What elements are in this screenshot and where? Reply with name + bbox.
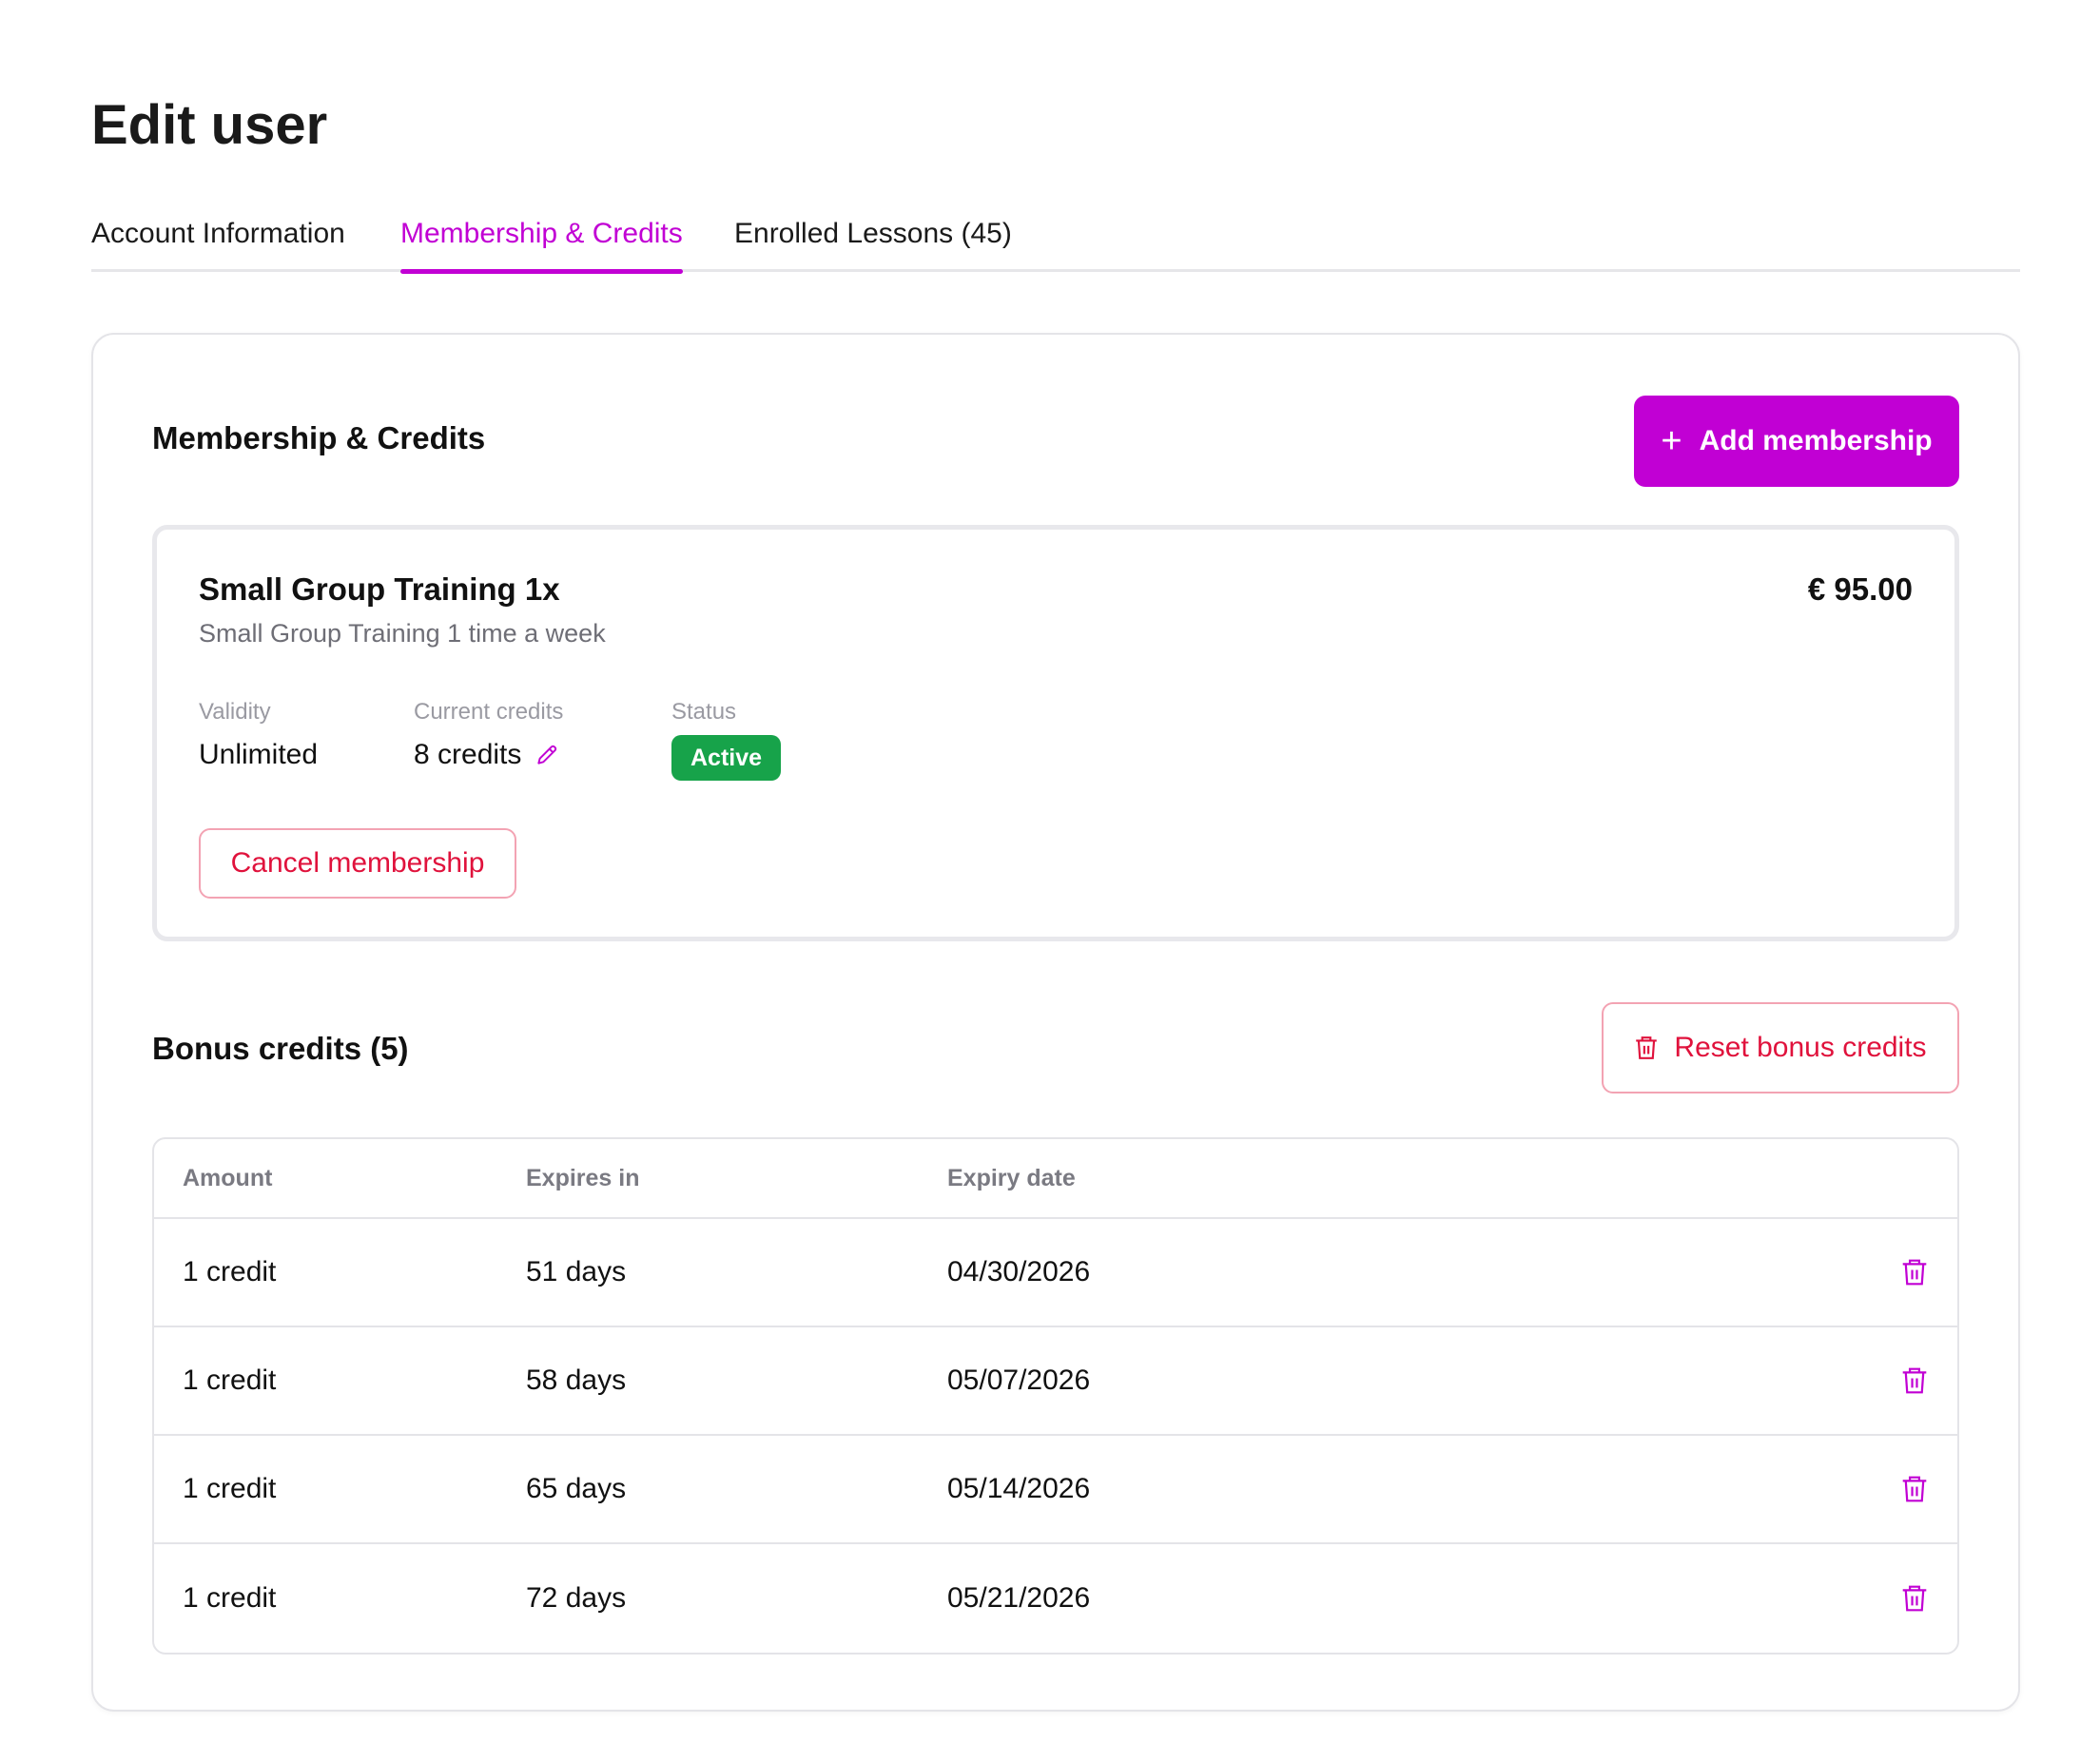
expiry-date-cell: 05/07/2026 (947, 1365, 1091, 1396)
membership-description: Small Group Training 1 time a week (199, 619, 606, 648)
amount-cell: 1 credit (183, 1365, 277, 1396)
tab-account-information[interactable]: Account Information (91, 205, 345, 272)
delete-row-button[interactable] (1900, 1219, 1929, 1326)
validity-label: Validity (199, 699, 271, 725)
status-badge: Active (671, 735, 782, 781)
expiry-date-cell: 04/30/2026 (947, 1256, 1091, 1287)
delete-row-button[interactable] (1900, 1436, 1929, 1542)
tab-bar: Account Information Membership & Credits… (91, 205, 2020, 274)
amount-cell: 1 credit (183, 1256, 277, 1287)
table-row: 1 credit 65 days 05/14/2026 (154, 1436, 1957, 1544)
current-credits-text: 8 credits (414, 739, 522, 770)
table-row: 1 credit 51 days 04/30/2026 (154, 1219, 1957, 1327)
tab-membership-credits[interactable]: Membership & Credits (400, 205, 683, 274)
column-expiry-date: Expiry date (947, 1164, 1076, 1191)
expires-in-cell: 65 days (526, 1473, 627, 1504)
column-expires-in: Expires in (526, 1164, 640, 1191)
reset-bonus-credits-button[interactable]: Reset bonus credits (1602, 1002, 1959, 1094)
delete-row-button[interactable] (1900, 1544, 1929, 1653)
trash-icon (1900, 1583, 1929, 1614)
expiry-date-cell: 05/14/2026 (947, 1473, 1091, 1504)
expires-in-cell: 51 days (526, 1256, 627, 1287)
trash-icon (1900, 1257, 1929, 1287)
edit-credits-pencil-icon[interactable] (535, 743, 559, 767)
table-row: 1 credit 58 days 05/07/2026 (154, 1327, 1957, 1436)
add-membership-label: Add membership (1699, 425, 1933, 456)
expires-in-cell: 58 days (526, 1365, 627, 1396)
trash-icon (1634, 1035, 1659, 1061)
table-header: Amount Expires in Expiry date (154, 1139, 1957, 1219)
membership-name: Small Group Training 1x (199, 571, 560, 607)
trash-icon (1900, 1365, 1929, 1396)
expiry-date-cell: 05/21/2026 (947, 1582, 1091, 1614)
cancel-membership-label: Cancel membership (230, 847, 485, 879)
tab-enrolled-lessons[interactable]: Enrolled Lessons (45) (734, 205, 1012, 272)
table-row: 1 credit 72 days 05/21/2026 (154, 1544, 1957, 1653)
trash-icon (1900, 1474, 1929, 1504)
membership-price: € 95.00 (1807, 571, 1913, 607)
page-title: Edit user (91, 94, 328, 156)
bonus-credits-table: Amount Expires in Expiry date 1 credit 5… (152, 1137, 1959, 1655)
edit-user-page: Edit user Account Information Membership… (0, 0, 2100, 1742)
amount-cell: 1 credit (183, 1582, 277, 1614)
membership-item: Small Group Training 1x Small Group Trai… (152, 525, 1959, 941)
membership-credits-card: Membership & Credits + Add membership Sm… (91, 333, 2020, 1712)
validity-value: Unlimited (199, 739, 318, 771)
status-label: Status (671, 699, 737, 725)
add-membership-button[interactable]: + Add membership (1634, 396, 1959, 487)
bonus-credits-title: Bonus credits (5) (152, 1031, 409, 1066)
delete-row-button[interactable] (1900, 1327, 1929, 1434)
expires-in-cell: 72 days (526, 1582, 627, 1614)
validity-text: Unlimited (199, 739, 319, 770)
current-credits-value: 8 credits (414, 739, 559, 771)
reset-bonus-credits-label: Reset bonus credits (1674, 1032, 1927, 1063)
current-credits-label: Current credits (414, 699, 564, 725)
column-amount: Amount (183, 1164, 273, 1191)
amount-cell: 1 credit (183, 1473, 277, 1504)
cancel-membership-button[interactable]: Cancel membership (199, 828, 516, 899)
section-title: Membership & Credits (152, 420, 486, 455)
plus-icon: + (1661, 421, 1682, 461)
